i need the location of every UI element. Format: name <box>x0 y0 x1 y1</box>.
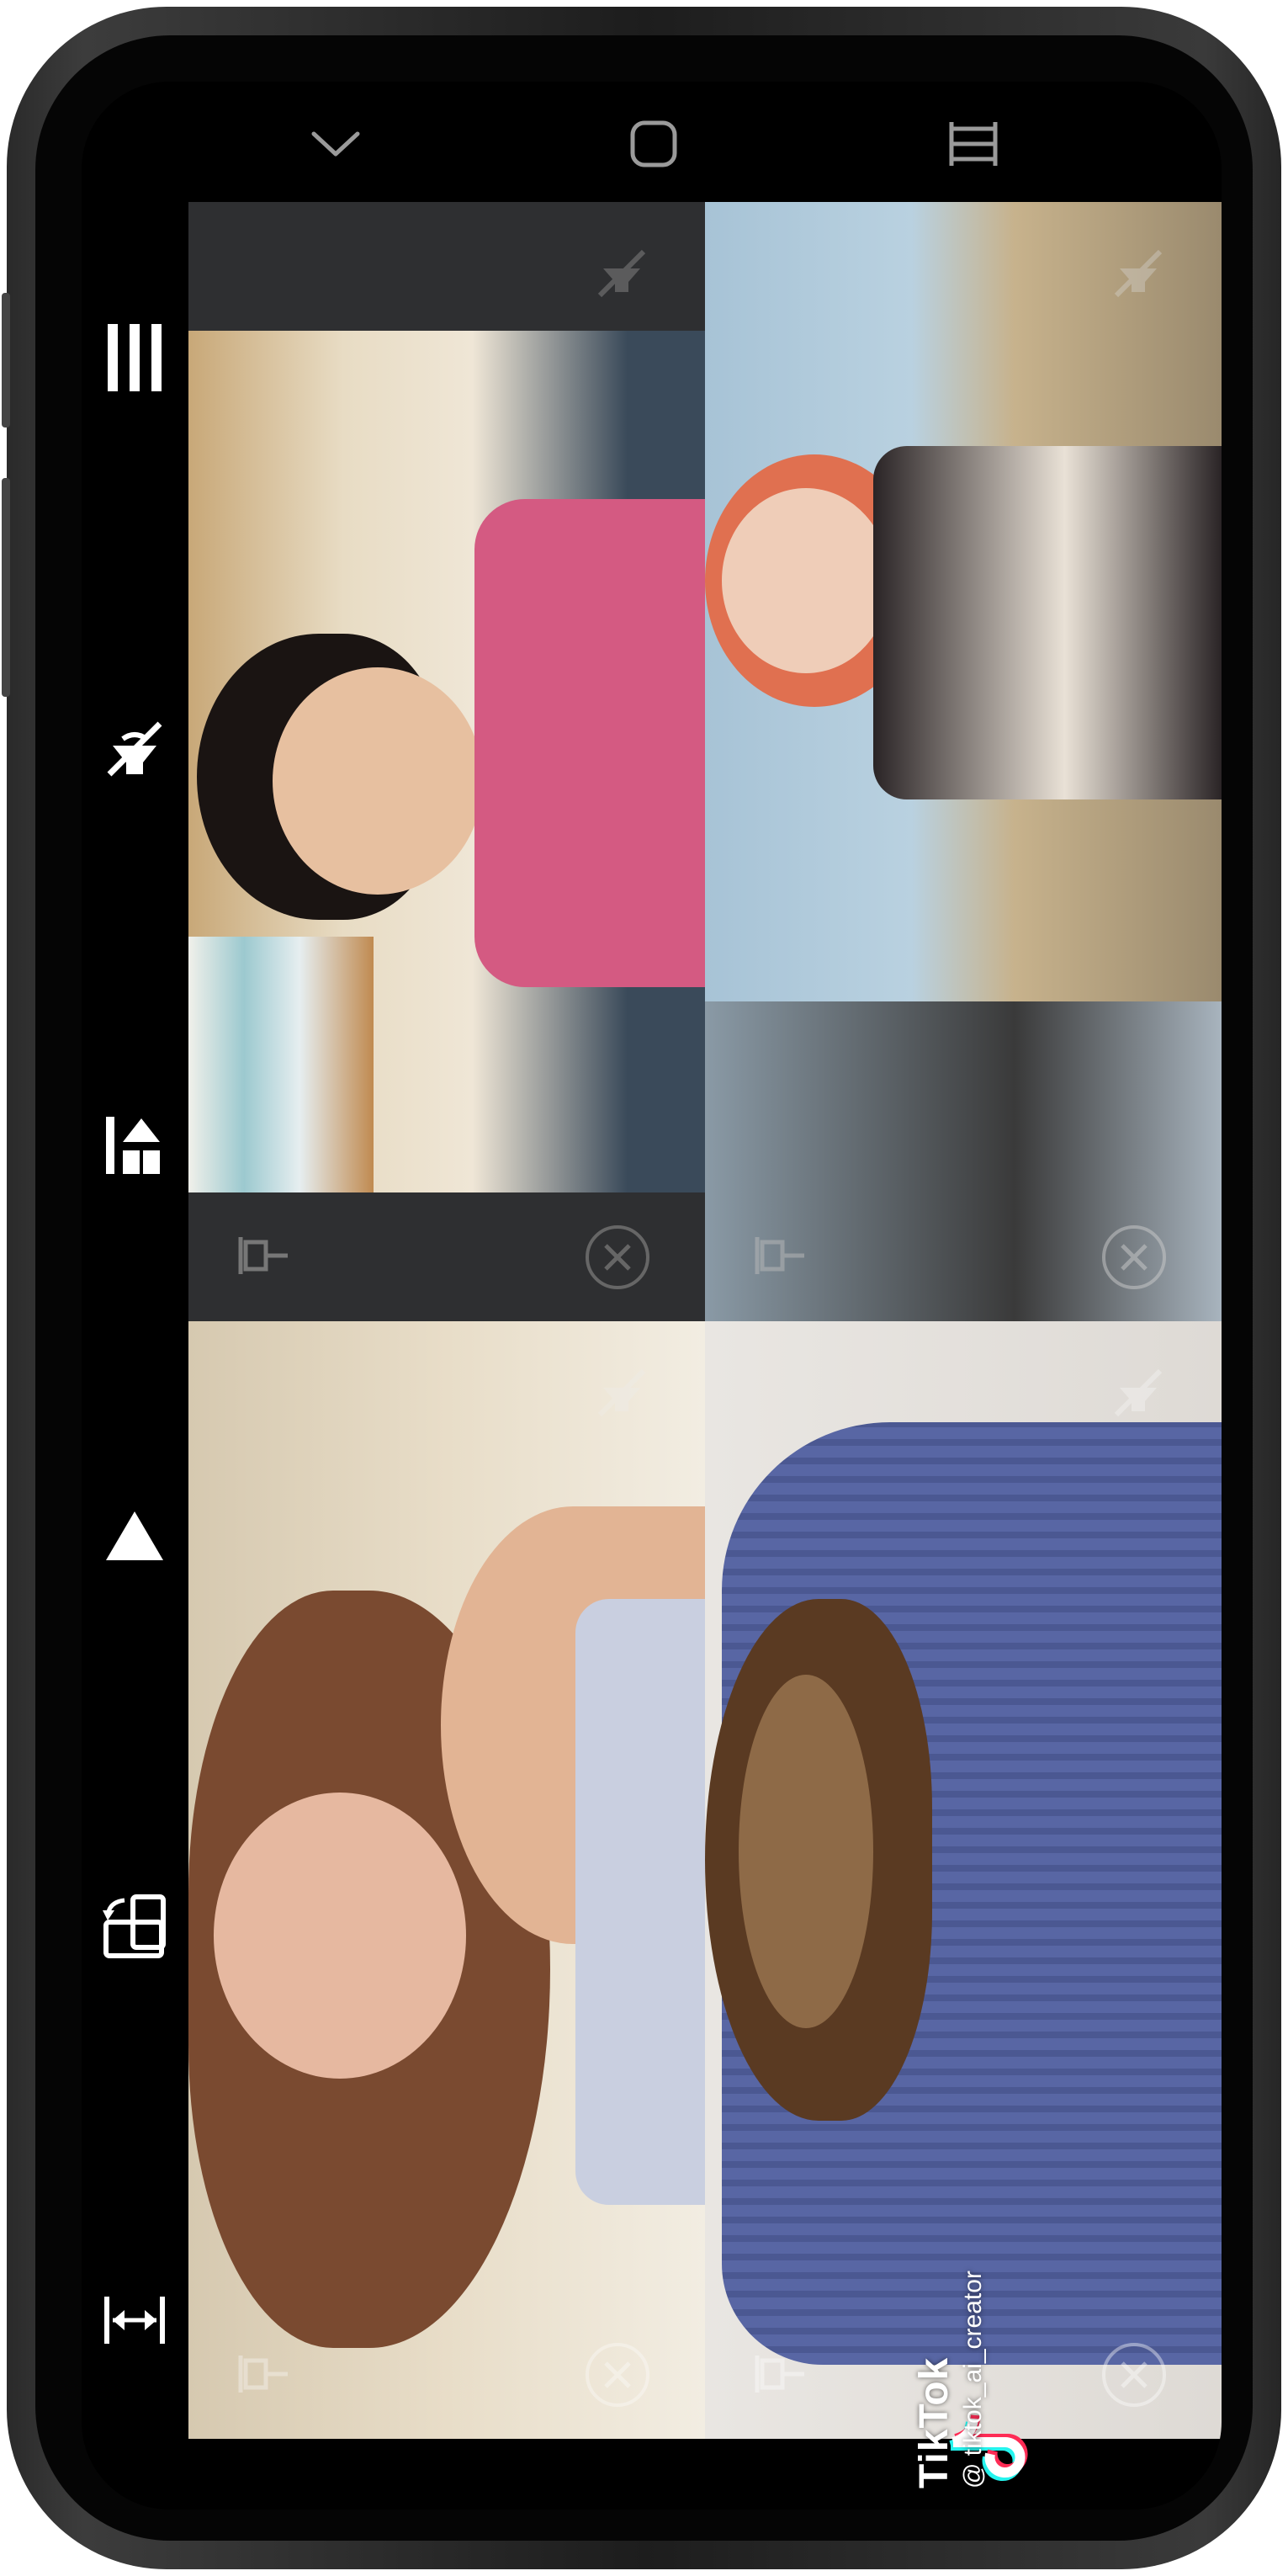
person-top <box>575 1599 705 2205</box>
mute-icon <box>597 1368 646 1417</box>
video-frame <box>188 331 705 1192</box>
mute-icon <box>1114 249 1163 298</box>
mute-off-icon <box>107 721 162 777</box>
back-chevron-button[interactable] <box>285 102 386 186</box>
person-face <box>273 667 483 895</box>
recent-apps-button[interactable] <box>923 102 1024 186</box>
side-toolbar <box>82 202 188 2510</box>
close-icon <box>1102 1225 1166 1289</box>
pin-icon <box>238 2356 288 2393</box>
close-icon <box>586 1225 649 1289</box>
triangle-up-icon <box>106 1511 163 1560</box>
person-top <box>474 499 705 987</box>
pin-icon <box>238 1237 288 1274</box>
pin-icon <box>755 1237 804 1274</box>
person-hair-highlight <box>739 1675 873 2028</box>
rotate-screen-icon <box>103 1894 166 1958</box>
bookshelf <box>188 937 374 1192</box>
expand-up-button[interactable] <box>88 1490 181 1582</box>
video-grid <box>188 202 1222 2439</box>
stretch-horizontal-icon <box>104 2297 165 2344</box>
home-button[interactable] <box>603 102 704 186</box>
video-frame <box>188 1321 705 2439</box>
menu-bars-icon <box>108 324 162 391</box>
tile-mute-button[interactable] <box>1109 244 1168 303</box>
tile-pin-button[interactable] <box>751 1226 810 1285</box>
video-frame <box>705 202 1222 1321</box>
tile-close-button[interactable] <box>1099 2340 1169 2410</box>
person-dress <box>873 446 1222 799</box>
close-icon <box>586 2343 649 2407</box>
person-face <box>214 1793 466 2079</box>
stretch-button[interactable] <box>88 2274 181 2366</box>
tile-pin-button[interactable] <box>235 1226 294 1285</box>
tiktok-watermark: TikTok @ tiktok_ai_creator <box>911 2271 988 2488</box>
watermark-handle: @ tiktok_ai_creator <box>959 2271 987 2488</box>
tile-mute-button[interactable] <box>1109 1363 1168 1422</box>
screen: TikTok @ tiktok_ai_creator <box>82 82 1222 2510</box>
menu-button[interactable] <box>88 311 181 404</box>
tile-close-button[interactable] <box>582 2340 653 2410</box>
video-tile-top-right[interactable] <box>705 202 1222 1321</box>
pin-icon <box>755 2356 804 2393</box>
tile-pin-button[interactable] <box>751 2345 810 2403</box>
volume-button <box>2 293 10 428</box>
grid-layout-icon <box>106 1117 160 1174</box>
tile-close-button[interactable] <box>1099 1222 1169 1293</box>
chevron-down-icon <box>311 131 360 157</box>
close-icon <box>1102 2343 1166 2407</box>
navigation-bar <box>82 82 1222 202</box>
tile-mute-button[interactable] <box>592 244 651 303</box>
mute-icon <box>597 249 646 298</box>
video-tile-top-left[interactable] <box>188 202 705 1321</box>
power-button <box>2 478 10 697</box>
tile-close-button[interactable] <box>582 1222 653 1293</box>
mute-all-button[interactable] <box>88 703 181 795</box>
home-square-icon <box>630 120 677 167</box>
recent-apps-icon <box>949 122 998 166</box>
person-face <box>722 488 890 673</box>
video-tile-bottom-left[interactable] <box>188 1321 705 2439</box>
rotate-button[interactable] <box>88 1881 181 1973</box>
tile-mute-button[interactable] <box>592 1363 651 1422</box>
tile-pin-button[interactable] <box>235 2345 294 2403</box>
layout-button[interactable] <box>88 1099 181 1192</box>
watermark-brand: TikTok <box>912 2356 957 2488</box>
mute-icon <box>1114 1368 1163 1417</box>
